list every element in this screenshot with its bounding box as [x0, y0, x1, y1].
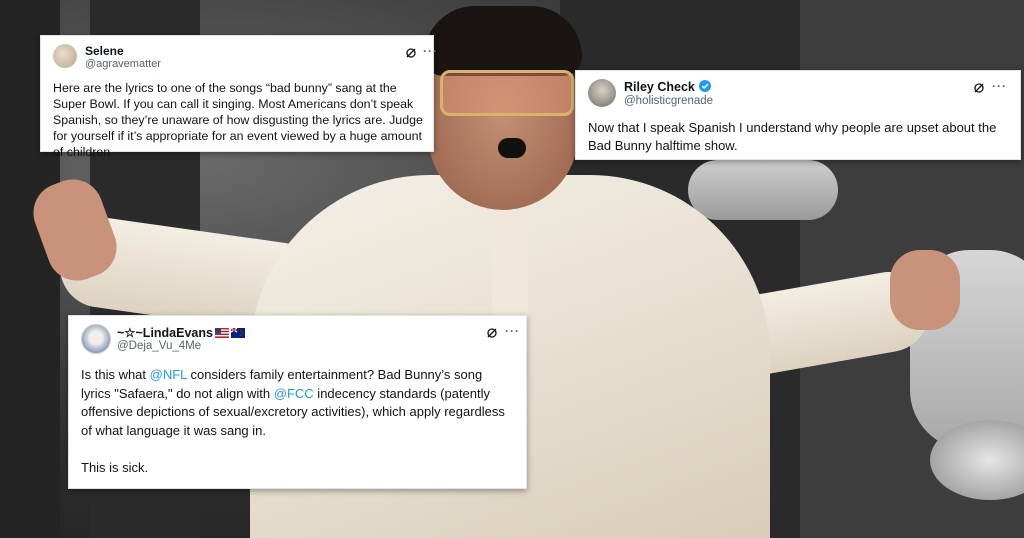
user-handle[interactable]: @agravematter: [85, 58, 161, 70]
tweet-text: Now that I speak Spanish I understand wh…: [588, 120, 997, 153]
mention-link-nfl[interactable]: @NFL: [150, 367, 187, 382]
user-handle[interactable]: @holisticgrenade: [624, 95, 713, 107]
tweet-card-selene[interactable]: Selene @agravematter ··· Here are the ly…: [40, 35, 437, 159]
more-icon[interactable]: ···: [992, 79, 1007, 93]
verified-badge-icon: [698, 80, 711, 92]
display-name-text: Riley Check: [624, 80, 695, 94]
display-name-text: ~☆~LindaEvans: [117, 326, 213, 340]
more-icon[interactable]: ···: [423, 44, 438, 58]
display-name[interactable]: Selene: [85, 44, 124, 58]
tweet-text: Is this what @NFL considers family enter…: [81, 366, 511, 440]
display-name[interactable]: Riley Check: [624, 80, 711, 94]
performer-sunglasses: [440, 70, 574, 116]
tweet-text: Here are the lyrics to one of the songs …: [53, 81, 423, 159]
nz-flag-icon: [230, 328, 245, 338]
tweet-text-part: Is this what: [81, 367, 150, 382]
background-figure-detail: [688, 160, 838, 220]
avatar[interactable]: [53, 44, 77, 68]
performer-right-hand: [890, 250, 960, 330]
grok-icon[interactable]: [405, 47, 417, 59]
tweet-card-linda[interactable]: ~☆~LindaEvans @Deja_Vu_4Me ··· Is this w…: [68, 315, 527, 489]
tweet-text-closing: This is sick.: [81, 460, 149, 475]
mention-link-fcc[interactable]: @FCC: [274, 386, 314, 401]
user-handle[interactable]: @Deja_Vu_4Me: [117, 340, 201, 352]
headset-mic: [498, 138, 526, 158]
grok-icon[interactable]: [486, 327, 498, 339]
tweet-card-riley[interactable]: Riley Check @holisticgrenade ··· Now tha…: [575, 70, 1021, 160]
more-icon[interactable]: ···: [505, 324, 520, 338]
avatar[interactable]: [588, 79, 616, 107]
us-flag-icon: [214, 328, 229, 338]
display-name[interactable]: ~☆~LindaEvans: [117, 325, 245, 340]
grok-icon[interactable]: [973, 82, 985, 94]
avatar[interactable]: [81, 324, 111, 354]
performer-hair: [424, 6, 582, 76]
